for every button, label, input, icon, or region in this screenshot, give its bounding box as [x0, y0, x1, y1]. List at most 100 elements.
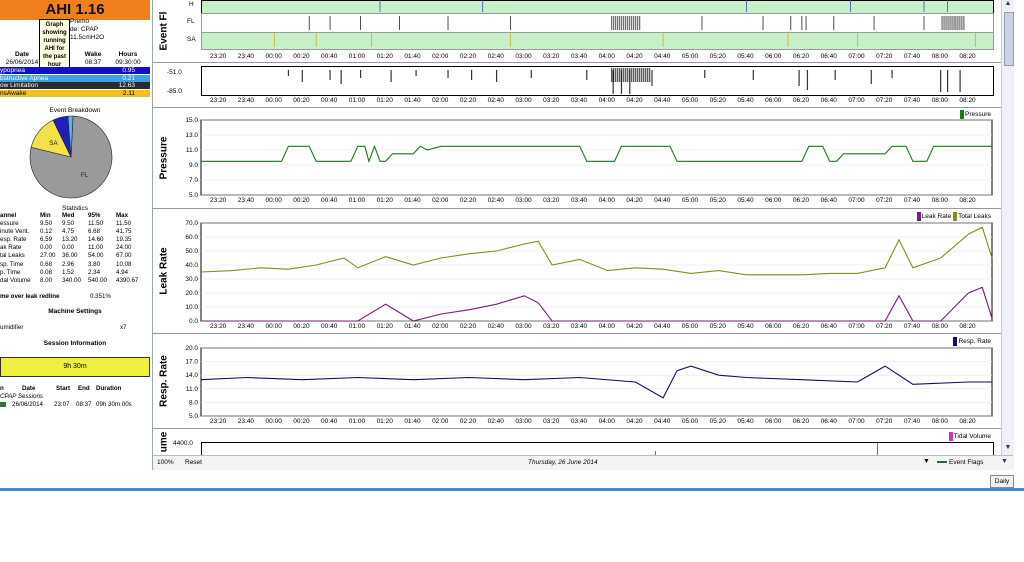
time-tick-label: 00:00 [265, 323, 282, 330]
event-index-row[interactable]: bstructive Apnea 0.21 [0, 74, 150, 82]
session-duration-bar[interactable]: 9h 30m [0, 357, 150, 377]
flow-time-axis: 23:20 23:40 00:00 00:20 00:40 01:00 01:20 01:40… [201, 97, 992, 106]
pressure-chart: 15.0 13.0 11.0 9.0 7.0 5.0 [185, 117, 993, 199]
time-tick-label: 01:40 [404, 53, 421, 60]
event-index-label: ypopnea [0, 67, 25, 74]
time-tick-label: 05:40 [737, 323, 754, 330]
time-tick-label: 04:40 [654, 97, 671, 104]
date-header: Date [14, 51, 30, 58]
stats-cell: esp. Rate [0, 236, 27, 244]
time-tick-label: 00:40 [321, 418, 338, 425]
time-tick-label: 05:40 [737, 418, 754, 425]
time-tick-label: 03:40 [570, 197, 588, 204]
stats-cell: essure [0, 220, 19, 227]
y-tick-label: 11.0 [186, 386, 199, 393]
event-flags-button[interactable]: Event Flags [949, 459, 983, 466]
plot-frame [200, 222, 993, 322]
y-tick-label: 5.0 [189, 192, 198, 199]
time-tick-label: 01:40 [404, 197, 421, 204]
event-flags-panel[interactable]: Event Fl H FL SA 23:20 23:40 00:00 00:20 00:… [153, 0, 1001, 63]
stats-cell: 540.00 [88, 276, 107, 284]
machine-name: Premo [70, 18, 90, 25]
y-tick-label: 7.0 [189, 177, 198, 184]
session-color-swatch [0, 402, 6, 407]
time-tick-label: 03:40 [570, 418, 588, 425]
scroll-up-icon[interactable]: ▲ [1002, 0, 1014, 8]
time-tick-label: 06:20 [792, 323, 810, 330]
time-tick-label: 05:40 [737, 97, 754, 104]
leak-chart: 70.0 60.0 50.0 40.0 30.0 20.0 10.0 0.0 [185, 220, 993, 325]
time-tick-label: 05:20 [709, 323, 726, 330]
stats-header: 95% [88, 212, 101, 219]
time-tick-label: 05:00 [681, 53, 699, 60]
machine-mode: de: CPAP [70, 26, 99, 33]
plot-frame [200, 347, 993, 417]
reset-button[interactable]: Reset [185, 459, 202, 466]
time-tick-label: 06:40 [820, 323, 837, 330]
time-tick-label: 06:00 [765, 197, 782, 204]
daily-tab-button[interactable]: Daily [990, 475, 1014, 488]
time-tick-label: 04:00 [598, 197, 615, 204]
time-tick-label: 01:40 [404, 97, 421, 104]
stats-cell: 9.50 [40, 220, 53, 227]
y-tick-label: 10.0 [185, 304, 198, 311]
stats-cell: 2.96 [62, 260, 75, 268]
daily-summary-panel: AHI 1.16 Premo de: CPAP 11.5cmH2O Date p… [0, 0, 153, 470]
session-row-end[interactable]: 08:37 [76, 401, 91, 408]
stats-cell: 4390.67 [116, 276, 139, 284]
time-tick-label: 02:00 [432, 418, 449, 425]
time-tick-label: 07:00 [848, 323, 865, 330]
session-row-duration[interactable]: 09h 30m 00s [96, 401, 132, 408]
event-index-row[interactable]: nsAwake 2.11 [0, 89, 150, 97]
y-tick-label: 20.0 [185, 290, 198, 297]
flow-rate-panel[interactable]: -51.0 -85.0 23:20 23:40 00:00 00:20 00:40 01:… [153, 63, 1001, 108]
time-tick-label: 02:00 [432, 53, 449, 60]
stats-header: annel [0, 212, 17, 219]
time-tick-label: 03:20 [543, 323, 560, 330]
time-tick-label: 04:20 [626, 97, 643, 104]
y-tick-label: 50.0 [185, 248, 198, 255]
time-tick-label: 08:00 [931, 97, 948, 104]
plot-frame [200, 119, 993, 196]
stats-cell: 0.68 [40, 260, 53, 268]
time-tick-label: 08:00 [931, 197, 948, 204]
time-tick-label: 02:20 [459, 197, 477, 204]
time-tick-label: 04:20 [626, 323, 643, 330]
chevron-down-icon[interactable]: ▼ [1001, 458, 1008, 465]
time-tick-label: 02:00 [432, 97, 449, 104]
stats-cell: 14.60 [88, 236, 104, 244]
flow-tick-2: -85.0 [167, 88, 182, 95]
time-tick-label: 08:00 [931, 323, 948, 330]
scroll-down-icon[interactable]: ▼ [1002, 444, 1014, 452]
time-tick-label: 02:20 [459, 53, 477, 60]
time-tick-label: 04:40 [654, 418, 671, 425]
time-tick-label: 07:40 [903, 53, 921, 60]
session-row-start[interactable]: 23:07 [54, 401, 69, 408]
time-tick-label: 03:00 [515, 197, 532, 204]
time-tick-label: 07:20 [876, 418, 893, 425]
status-bar: 100% Reset Thursday, 26 June 2014 ▼ Even… [153, 455, 1013, 470]
dropdown-arrow-icon[interactable]: ▼ [923, 458, 930, 465]
session-row-date[interactable]: 26/06/2014 [12, 401, 43, 408]
time-tick-label: 08:20 [959, 97, 976, 104]
resp-rate-panel[interactable]: Resp. Rate Resp. Rate 20.0 17.0 14.0 11.0 8.… [153, 334, 1001, 429]
time-tick-label: 03:40 [570, 97, 588, 104]
wake-value: 08:37 [84, 59, 102, 66]
stats-cell: 10.08 [116, 260, 132, 268]
y-tick-label: 0.0 [189, 318, 198, 325]
event-breakdown-title: Event Breakdown [49, 107, 101, 114]
leak-rate-panel[interactable]: Leak Rate Leak Rate Total Leaks 70.0 60.0… [153, 209, 1001, 334]
y-tick-label: 15.0 [185, 117, 198, 124]
event-index-row[interactable]: ypopnea 0.95 [0, 67, 150, 74]
time-tick-label: 07:00 [848, 418, 865, 425]
scroll-thumb[interactable] [1004, 12, 1014, 66]
event-index-value: 12.63 [118, 82, 135, 89]
time-tick-label: 06:20 [792, 53, 810, 60]
tidal-volume-panel[interactable]: ume Tidal Volume 4400.0 [153, 429, 1001, 456]
pressure-panel[interactable]: Pressure Pressure 15.0 13.0 11.0 9.0 7.0 5.0 … [153, 108, 1001, 209]
time-tick-label: 08:20 [959, 323, 976, 330]
time-tick-label: 02:40 [487, 418, 504, 425]
event-index-row[interactable]: ow Limitation 12.63 [0, 82, 150, 89]
vertical-scrollbar[interactable]: ▲ ▼ [1001, 0, 1014, 470]
tidal-ylabel: ume [158, 431, 170, 453]
